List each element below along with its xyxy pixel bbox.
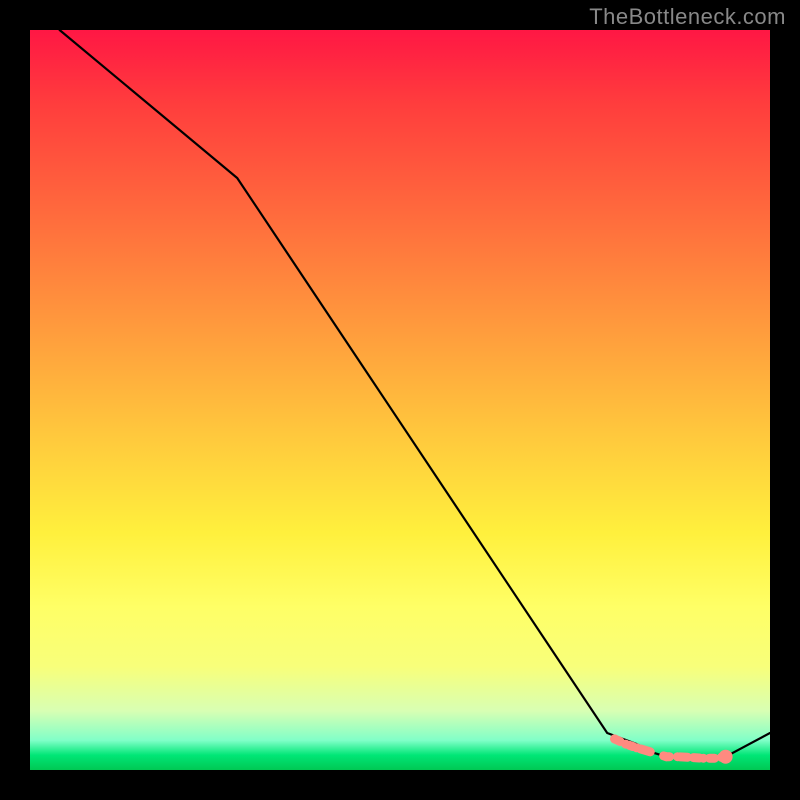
- watermark-text: TheBottleneck.com: [589, 4, 786, 30]
- marker-dot: [710, 754, 719, 763]
- marker-dot: [632, 743, 641, 752]
- marker-layer: [610, 734, 733, 763]
- marker-dot: [610, 734, 619, 743]
- curve-path: [60, 30, 770, 758]
- chart-frame: TheBottleneck.com: [0, 0, 800, 800]
- marker-dot: [662, 752, 671, 761]
- plot-area: [30, 30, 770, 770]
- marker-dot: [719, 750, 733, 764]
- line-layer: [60, 30, 770, 758]
- chart-svg: [30, 30, 770, 770]
- marker-dot: [621, 740, 630, 749]
- marker-dot: [699, 754, 708, 763]
- marker-dot: [673, 752, 682, 761]
